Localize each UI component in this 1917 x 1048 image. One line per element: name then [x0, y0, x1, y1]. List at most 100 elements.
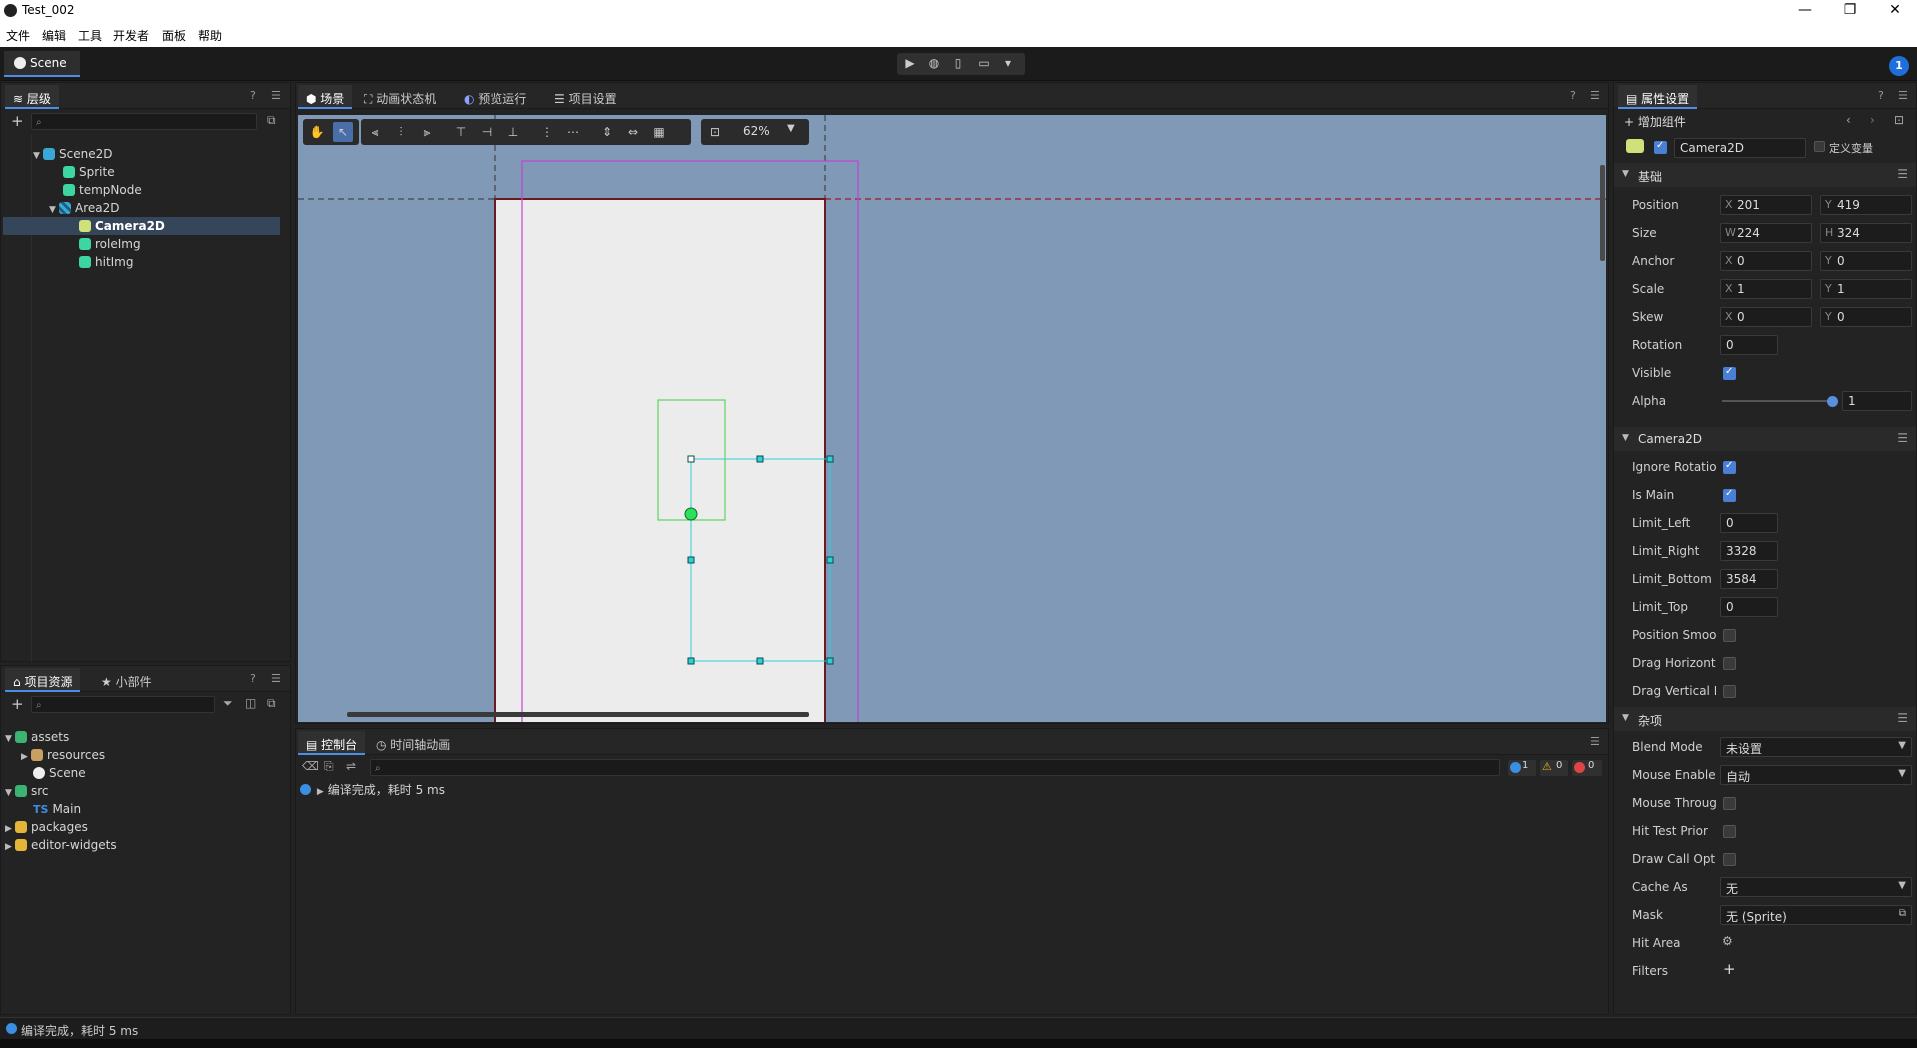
tree-item-hitimg[interactable]: hitImg	[79, 253, 134, 271]
desktop-preview-icon[interactable]: ▭	[973, 56, 995, 70]
align-vcenter-icon[interactable]: ⊣	[477, 122, 497, 142]
tree-item-area2d[interactable]: ▼ Area2D	[49, 199, 120, 217]
forward-icon[interactable]: ›	[1870, 113, 1875, 127]
scale-x-input[interactable]: X1	[1720, 279, 1812, 299]
alpha-slider-track[interactable]	[1722, 400, 1832, 402]
split-view-icon[interactable]: ◫	[245, 696, 256, 710]
console-message-row[interactable]: ▶ 编译完成，耗时 5 ms	[300, 781, 445, 799]
section-menu-icon[interactable]: ☰	[1897, 431, 1908, 445]
same-width-icon[interactable]: ⇔	[623, 122, 643, 142]
play-icon[interactable]: ▶	[899, 56, 921, 70]
add-component-button[interactable]: + 增加组件	[1624, 113, 1686, 130]
close-button[interactable]: ✕	[1875, 0, 1915, 22]
asset-resources-folder[interactable]: ▶ resources	[21, 746, 105, 764]
limit-bottom-input[interactable]: 3584	[1720, 569, 1778, 589]
assets-search-input[interactable]: ⌕	[31, 696, 215, 713]
section-menu-icon[interactable]: ☰	[1897, 711, 1908, 725]
add-icon[interactable]: +	[11, 695, 24, 713]
align-hcenter-icon[interactable]: ⫶	[391, 122, 411, 142]
chevron-down-icon[interactable]: ▾	[997, 56, 1019, 70]
asset-src-folder[interactable]: ▼ src	[5, 782, 49, 800]
collapse-all-icon[interactable]: ⧉	[267, 113, 276, 128]
section-base-header[interactable]: ▼ 基础 ☰	[1614, 163, 1916, 187]
hit-test-prior-checkbox[interactable]	[1723, 825, 1736, 838]
menu-tools[interactable]: 工具	[78, 27, 102, 44]
tab-properties[interactable]: ▤ 属性设置	[1618, 85, 1698, 109]
draw-call-checkbox[interactable]	[1723, 853, 1736, 866]
align-right-icon[interactable]: ⫸	[417, 122, 437, 142]
asset-packages-folder[interactable]: ▶ packages	[5, 818, 88, 836]
collapse-all-icon[interactable]: ⧉	[267, 696, 276, 711]
web-preview-icon[interactable]: ◍	[923, 56, 945, 70]
menu-edit[interactable]: 编辑	[42, 27, 66, 44]
restore-button[interactable]: ❐	[1830, 0, 1870, 22]
tab-hierarchy[interactable]: ≋ 层级	[5, 85, 59, 109]
collapse-icon[interactable]: ⇌	[346, 759, 356, 773]
asset-editor-widgets-folder[interactable]: ▶ editor-widgets	[5, 836, 117, 854]
hierarchy-search-input[interactable]: ⌕	[31, 113, 257, 130]
lock-icon[interactable]: ⊡	[1894, 113, 1904, 127]
console-search-input[interactable]: ⌕	[370, 759, 1500, 776]
anchor-y-input[interactable]: Y0	[1820, 251, 1912, 271]
add-filter-icon[interactable]: +	[1723, 960, 1736, 978]
skew-x-input[interactable]: X0	[1720, 307, 1812, 327]
distribute-v-icon[interactable]: ⋯	[563, 122, 583, 142]
size-w-input[interactable]: W 224	[1720, 223, 1812, 243]
back-icon[interactable]: ‹	[1846, 113, 1851, 127]
anchor-x-input[interactable]: X0	[1720, 251, 1812, 271]
asset-scene-file[interactable]: Scene	[33, 764, 86, 782]
zoom-level[interactable]: 62%	[743, 124, 770, 138]
limit-left-input[interactable]: 0	[1720, 513, 1778, 533]
section-menu-icon[interactable]: ☰	[1897, 167, 1908, 181]
section-misc-header[interactable]: ▼ 杂项 ☰	[1614, 707, 1916, 731]
fit-view-icon[interactable]: ⊡	[705, 122, 725, 142]
node-name-input[interactable]: Camera2D	[1674, 138, 1806, 158]
skew-y-input[interactable]: Y0	[1820, 307, 1912, 327]
pick-target-icon[interactable]: ⧉	[1899, 908, 1906, 919]
tree-item-sprite[interactable]: Sprite	[63, 163, 115, 181]
help-icon[interactable]: ?	[1570, 89, 1576, 102]
align-left-icon[interactable]: ⫷	[365, 122, 385, 142]
size-h-input[interactable]: H 324	[1820, 223, 1912, 243]
tree-item-tempnode[interactable]: tempNode	[63, 181, 142, 199]
tab-scene-document[interactable]: Scene	[4, 51, 80, 77]
alpha-slider-thumb[interactable]	[1827, 396, 1838, 407]
align-top-icon[interactable]: ⊤	[451, 122, 471, 142]
limit-right-input[interactable]: 3328	[1720, 541, 1778, 561]
grid-icon[interactable]: ▦	[649, 122, 669, 142]
menu-file[interactable]: 文件	[6, 27, 30, 44]
tree-item-roleimg[interactable]: roleImg	[79, 235, 141, 253]
hand-tool-icon[interactable]: ✋	[307, 122, 327, 142]
position-x-input[interactable]: X 201	[1720, 195, 1812, 215]
alpha-input[interactable]: 1	[1842, 391, 1912, 411]
tree-item-scene2d[interactable]: ▼ Scene2D	[33, 145, 112, 163]
menu-panel[interactable]: 面板	[162, 27, 186, 44]
mouse-enabled-select[interactable]: 自动 ▼	[1720, 765, 1912, 785]
tab-project-assets[interactable]: ⌂ 项目资源	[5, 668, 81, 692]
rotation-input[interactable]: 0	[1720, 335, 1778, 355]
cache-as-select[interactable]: 无 ▼	[1720, 877, 1912, 897]
help-icon[interactable]: ?	[250, 89, 256, 102]
is-main-checkbox[interactable]	[1723, 488, 1736, 502]
chevron-down-icon[interactable]: ▼	[787, 123, 795, 134]
notification-badge[interactable]: 1	[1889, 56, 1909, 76]
tab-console[interactable]: ▤ 控制台	[298, 731, 366, 755]
define-variable-checkbox[interactable]	[1814, 141, 1825, 152]
menu-developer[interactable]: 开发者	[113, 27, 149, 44]
panel-menu-icon[interactable]: ☰	[1898, 89, 1908, 102]
align-bottom-icon[interactable]: ⊥	[503, 122, 523, 142]
tab-widgets[interactable]: ★ 小部件	[93, 668, 160, 692]
panel-menu-icon[interactable]: ☰	[1590, 735, 1600, 748]
mask-field[interactable]: 无 (Sprite) ⧉	[1720, 905, 1912, 925]
drag-vertical-checkbox[interactable]	[1723, 685, 1736, 698]
help-icon[interactable]: ?	[1878, 89, 1884, 102]
same-height-icon[interactable]: ⇕	[597, 122, 617, 142]
tree-item-camera2d-selected[interactable]: Camera2D	[3, 217, 280, 235]
menu-help[interactable]: 帮助	[198, 27, 222, 44]
hit-area-settings-icon[interactable]: ⚙	[1722, 934, 1733, 948]
asset-assets-folder[interactable]: ▼ assets	[5, 728, 69, 746]
tab-timeline-animation[interactable]: ◷ 时间轴动画	[368, 731, 458, 755]
position-smooth-checkbox[interactable]	[1723, 629, 1736, 642]
scale-y-input[interactable]: Y1	[1820, 279, 1912, 299]
tab-preview-run[interactable]: ◐ 预览运行	[456, 85, 534, 109]
